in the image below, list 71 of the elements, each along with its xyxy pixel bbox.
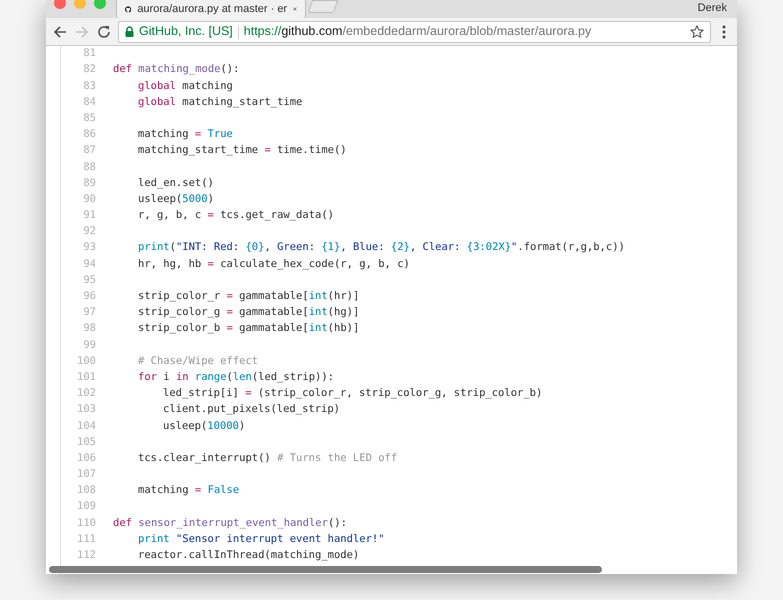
tab-title: aurora/aurora.py at master · er xyxy=(137,2,288,17)
url-text: https://github.com/embeddedarm/aurora/blob/master/aurora.py xyxy=(244,23,592,40)
code-line: # Chase/Wipe effect xyxy=(138,354,258,369)
code-line: usleep(10000) xyxy=(163,418,246,434)
code-line: r, g, b, c = tcs.get_raw_data() xyxy=(138,208,334,224)
line-number: 97 xyxy=(82,305,96,320)
line-number: 89 xyxy=(82,176,96,191)
close-window-icon[interactable] xyxy=(54,0,66,9)
code-line: print("INT: Red: {0}, Green: {1}, Blue: {2}, Clear: {3:02X}".format(r,g,b,c)) xyxy=(138,240,625,256)
star-icon[interactable] xyxy=(690,24,704,38)
code-line: def matching_mode(): xyxy=(113,62,240,78)
line-number: 102 xyxy=(76,386,96,402)
security-label: GitHub, Inc. [US] xyxy=(139,23,233,40)
line-number: 88 xyxy=(82,160,96,175)
browser-tab[interactable]: aurora/aurora.py at master · er xyxy=(116,0,306,18)
address-bar[interactable]: GitHub, Inc. [US] https://github.com/embeddedarm/aurora/blob/master/aurora.py xyxy=(118,20,711,42)
code-line: strip_color_g = gammatable[int(hg)] xyxy=(138,305,360,320)
line-number: 109 xyxy=(76,499,96,514)
code-line: print "Sensor interrupt event handler!" xyxy=(138,532,385,547)
code-line: global matching xyxy=(138,78,233,94)
line-number: 95 xyxy=(82,272,96,288)
code-line: client.put_pixels(led_strip) xyxy=(163,402,340,418)
line-number: 101 xyxy=(76,370,96,385)
line-number: 82 xyxy=(82,62,96,78)
line-number: 81 xyxy=(82,46,96,62)
line-number: 90 xyxy=(82,192,96,207)
line-number: 100 xyxy=(76,354,96,369)
code-line: matching = False xyxy=(138,483,240,498)
line-number: 93 xyxy=(82,240,96,256)
line-number: 108 xyxy=(76,483,96,498)
lock-icon xyxy=(125,26,134,37)
code-line: for i in range(len(led_strip)): xyxy=(138,370,334,385)
line-number: 98 xyxy=(82,321,96,336)
line-number: 106 xyxy=(76,450,96,466)
line-number: 105 xyxy=(76,434,96,450)
code-line: matching_start_time = time.time() xyxy=(138,143,347,158)
line-number: 104 xyxy=(76,418,96,434)
code-line: hr, hg, hb = calculate_hex_code(r, g, b, c) xyxy=(138,256,410,272)
minimize-window-icon[interactable] xyxy=(74,0,86,9)
line-number: 110 xyxy=(76,516,96,531)
new-tab-button[interactable] xyxy=(308,0,338,13)
code-line: matching = True xyxy=(138,127,233,142)
line-number: 83 xyxy=(82,78,96,94)
code-line: strip_color_r = gammatable[int(hr)] xyxy=(138,289,360,304)
back-arrow-icon[interactable] xyxy=(52,24,68,40)
horizontal-scrollbar[interactable] xyxy=(49,566,602,573)
code-line: tcs.clear_interrupt() # Turns the LED off xyxy=(138,450,398,466)
code-line: def sensor_interrupt_event_handler(): xyxy=(113,516,347,531)
line-number: 107 xyxy=(76,467,96,482)
line-number: 92 xyxy=(82,224,96,240)
line-number: 111 xyxy=(76,532,96,547)
code-line: reactor.callInThread(matching_mode) xyxy=(138,548,360,564)
line-number: 87 xyxy=(82,143,96,158)
line-number: 84 xyxy=(82,94,96,110)
close-tab-icon[interactable] xyxy=(293,5,297,13)
code-line: led_en.set() xyxy=(138,176,214,191)
line-number: 86 xyxy=(82,127,96,142)
line-number: 94 xyxy=(82,256,96,272)
line-number: 96 xyxy=(82,289,96,304)
line-number: 99 xyxy=(82,338,96,353)
code-line: global matching_start_time xyxy=(138,94,302,110)
zoom-window-icon[interactable] xyxy=(94,0,106,9)
code-line: usleep(5000) xyxy=(138,192,214,207)
profile-name[interactable]: Derek xyxy=(698,0,727,16)
code-line: led_strip[i] = (strip_color_r, strip_color_g, strip_color_b) xyxy=(163,386,542,402)
reload-icon[interactable] xyxy=(96,24,112,40)
code-line: strip_color_b = gammatable[int(hb)] xyxy=(138,321,360,336)
line-number: 91 xyxy=(82,208,96,224)
line-number: 103 xyxy=(76,402,96,418)
line-number: 112 xyxy=(76,548,96,564)
line-number: 85 xyxy=(82,110,96,126)
